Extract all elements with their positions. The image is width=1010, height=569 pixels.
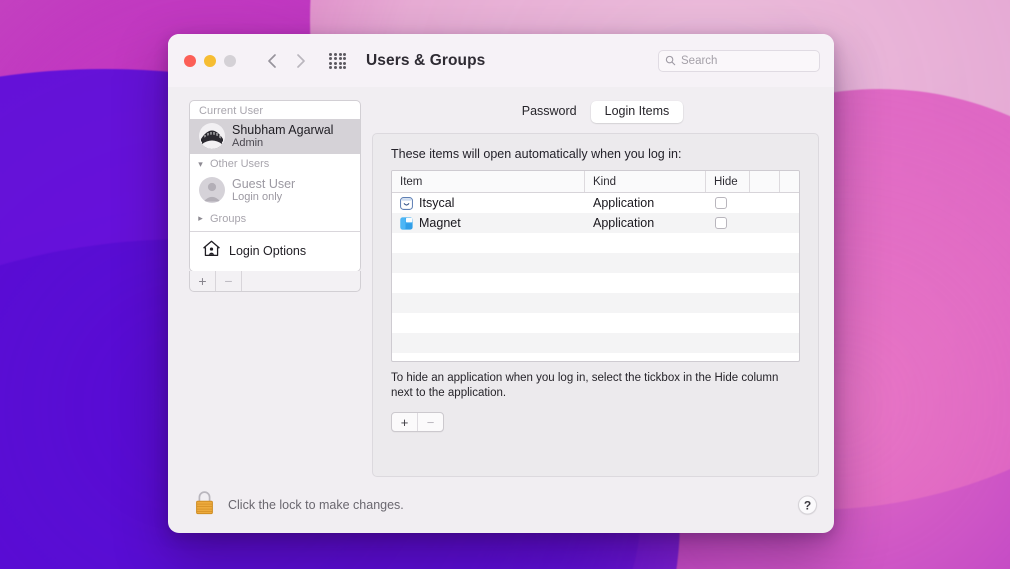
users-and-groups-window: Users & Groups Current User (168, 34, 834, 533)
column-header-extra-1[interactable] (750, 171, 780, 192)
sidebar-item-guest-user[interactable]: Guest User Login only (190, 173, 360, 208)
home-icon (202, 239, 221, 263)
back-chevron-icon[interactable] (260, 49, 284, 73)
current-user-name: Shubham Agarwal (232, 123, 333, 137)
guest-avatar (199, 177, 225, 203)
column-header-item[interactable]: Item (392, 171, 585, 192)
row-kind-cell: Application (585, 193, 706, 213)
panel-intro-text: These items will open automatically when… (391, 147, 800, 161)
add-login-item-button[interactable]: + (392, 413, 417, 431)
current-user-role: Admin (232, 137, 333, 149)
row-kind-cell: Application (585, 213, 706, 233)
row-item-cell: Itsycal (392, 193, 585, 213)
login-items-table: Item Kind Hide (391, 170, 800, 362)
forward-chevron-icon[interactable] (288, 49, 312, 73)
table-row[interactable]: Itsycal Application (392, 193, 799, 213)
help-button[interactable]: ? (798, 496, 817, 515)
lock-message: Click the lock to make changes. (228, 498, 404, 512)
guest-user-text: Guest User Login only (232, 177, 295, 203)
sidebar-item-current-user[interactable]: Shubham Agarwal Admin (190, 119, 360, 154)
desktop-wallpaper: Users & Groups Current User (0, 0, 1010, 569)
minimize-window-button[interactable] (204, 55, 216, 67)
table-empty-row[interactable] (392, 253, 799, 273)
column-header-kind[interactable]: Kind (585, 171, 706, 192)
table-empty-rows (392, 233, 799, 362)
table-empty-row[interactable] (392, 293, 799, 313)
remove-login-item-button: − (417, 413, 443, 431)
table-empty-row[interactable] (392, 313, 799, 333)
chevron-down-icon: ▾ (195, 160, 206, 169)
hide-checkbox[interactable] (715, 197, 727, 209)
column-header-hide[interactable]: Hide (706, 171, 750, 192)
sidebar-item-login-options[interactable]: Login Options (190, 231, 360, 271)
current-user-text: Shubham Agarwal Admin (232, 123, 333, 149)
search-field[interactable] (658, 50, 820, 72)
window-body: Current User (168, 87, 834, 477)
hide-checkbox[interactable] (715, 217, 727, 229)
chevron-right-icon: ▸ (195, 214, 206, 223)
itsycal-app-icon (400, 197, 413, 210)
row-hide-cell (706, 213, 750, 233)
add-user-button[interactable]: + (190, 271, 216, 291)
column-header-extra-2[interactable] (780, 171, 799, 192)
table-header-row: Item Kind Hide (392, 171, 799, 193)
content-pane: Password Login Items These items will op… (372, 100, 819, 477)
window-titlebar: Users & Groups (168, 34, 834, 87)
users-sidebar: Current User (189, 100, 361, 272)
row-item-cell: Magnet (392, 213, 585, 233)
table-empty-row[interactable] (392, 273, 799, 293)
sidebar-header-other-users: Other Users (210, 158, 269, 170)
zoom-window-button[interactable] (224, 55, 236, 67)
row-extra-1 (750, 213, 780, 233)
login-items-panel: These items will open automatically when… (372, 133, 819, 477)
sidebar-header-current-user: Current User (190, 101, 360, 119)
magnet-app-icon (400, 217, 413, 230)
row-extra-2 (780, 193, 799, 213)
traffic-light-group (184, 55, 236, 67)
guest-user-name: Guest User (232, 177, 295, 191)
add-remove-login-item-group: + − (391, 412, 444, 432)
show-all-grid-icon[interactable] (329, 52, 347, 70)
row-extra-2 (780, 213, 799, 233)
row-item-label: Itsycal (419, 196, 454, 210)
tab-bar: Password Login Items (372, 100, 819, 124)
navigation-arrows (260, 49, 312, 73)
search-input[interactable] (681, 55, 813, 67)
page-title: Users & Groups (366, 52, 485, 70)
sidebar-group-other-users[interactable]: ▾ Other Users (190, 154, 360, 173)
lock-icon (193, 489, 216, 521)
table-empty-row[interactable] (392, 233, 799, 253)
table-empty-row[interactable] (392, 353, 799, 362)
table-row[interactable]: Magnet Application (392, 213, 799, 233)
guest-user-role: Login only (232, 191, 295, 203)
login-options-label: Login Options (229, 244, 306, 258)
sidebar-column: Current User (189, 100, 361, 477)
row-extra-1 (750, 193, 780, 213)
row-item-label: Magnet (419, 216, 461, 230)
sidebar-toolbar: + − (189, 271, 361, 292)
tab-login-items[interactable]: Login Items (591, 101, 684, 123)
lock-button[interactable]: Click the lock to make changes. (193, 489, 404, 521)
search-icon (665, 55, 676, 66)
row-hide-cell (706, 193, 750, 213)
close-window-button[interactable] (184, 55, 196, 67)
panel-note-text: To hide an application when you log in, … (391, 371, 800, 401)
tab-password[interactable]: Password (508, 101, 591, 123)
sidebar-toolbar-filler (242, 271, 360, 291)
remove-user-button: − (216, 271, 242, 291)
sidebar-header-groups: Groups (210, 213, 246, 225)
avatar (199, 123, 225, 149)
table-empty-row[interactable] (392, 333, 799, 353)
window-footer: Click the lock to make changes. ? (168, 477, 834, 533)
sidebar-group-groups[interactable]: ▸ Groups (190, 209, 360, 228)
